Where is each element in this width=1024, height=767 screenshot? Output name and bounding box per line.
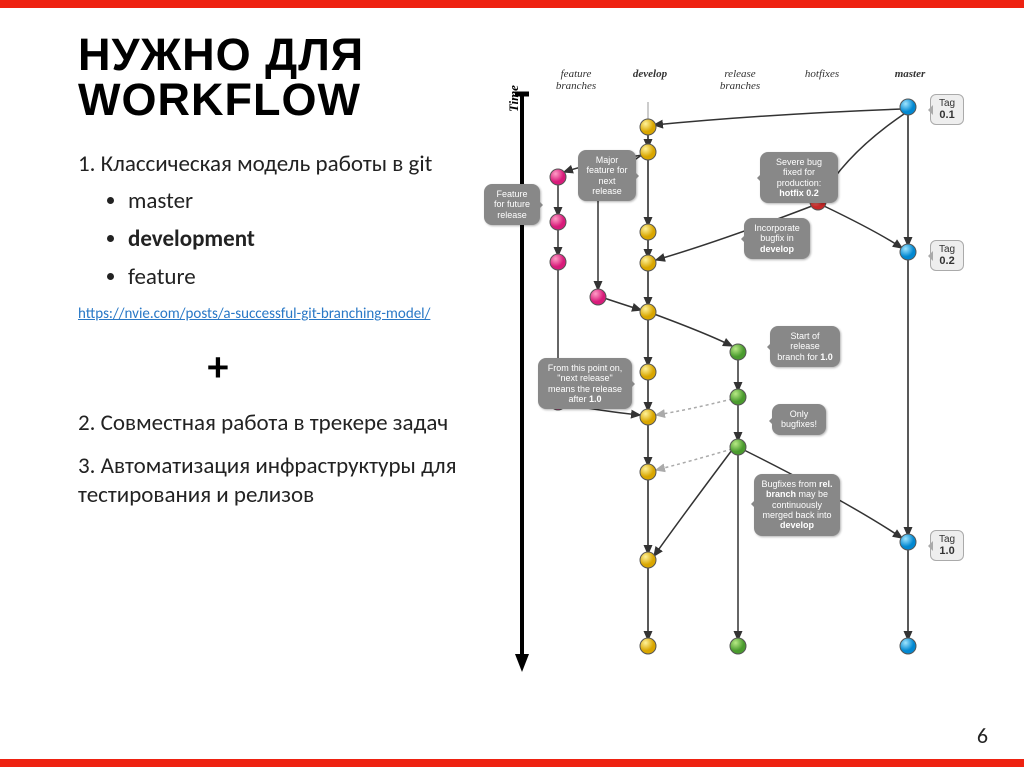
- callout-incorporate: Incorporate bugfix in develop: [744, 218, 810, 259]
- gitflow-diagram: Time feature branches develop release br…: [488, 22, 984, 747]
- slide-title: НУЖНО ДЛЯ WORKFLOW: [78, 32, 458, 122]
- callout-major-feature: Major feature for next release: [578, 150, 636, 201]
- bullet-master: master: [128, 187, 458, 215]
- text-column: НУЖНО ДЛЯ WORKFLOW 1. Классическая модел…: [78, 22, 458, 747]
- bullet-feature: feature: [128, 263, 458, 291]
- accent-bar-bottom: [0, 759, 1024, 767]
- page-number: 6: [977, 722, 988, 749]
- tag-02: Tag0.2: [930, 240, 964, 271]
- section-1: 1. Классическая модель работы в git: [78, 150, 458, 179]
- callout-next-release: From this point on, "next release" means…: [538, 358, 632, 409]
- plus-symbol: +: [78, 342, 358, 393]
- section-3: 3. Автоматизация инфраструктуры для тест…: [78, 452, 458, 510]
- source-link[interactable]: https://nvie.com/posts/a-successful-git-…: [78, 305, 458, 325]
- bullet-list: master development feature: [128, 187, 458, 291]
- callout-bugfixes: Only bugfixes!: [772, 404, 826, 435]
- callout-feature-future: Feature for future release: [484, 184, 540, 225]
- tag-10: Tag1.0: [930, 530, 964, 561]
- callout-hotfix: Severe bug fixed for production: hotfix …: [760, 152, 838, 203]
- bullet-development: development: [128, 225, 458, 253]
- callout-start-release: Start of release branch for 1.0: [770, 326, 840, 367]
- callout-merge-back: Bugfixes from rel. branch may be continu…: [754, 474, 840, 536]
- tag-01: Tag0.1: [930, 94, 964, 125]
- accent-bar-top: [0, 0, 1024, 8]
- section-2: 2. Совместная работа в трекере задач: [78, 409, 458, 438]
